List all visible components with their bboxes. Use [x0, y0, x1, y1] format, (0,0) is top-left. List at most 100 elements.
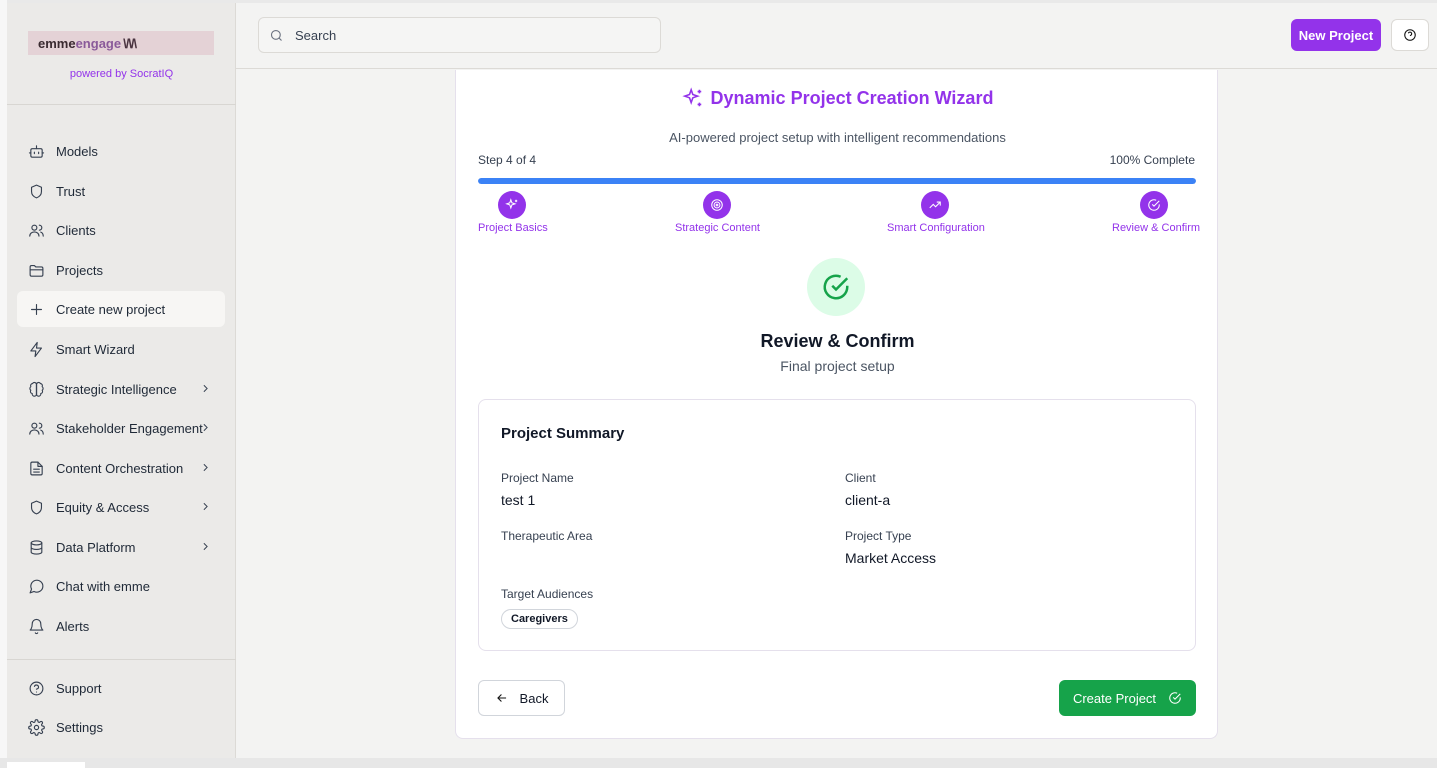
back-button[interactable]: Back [478, 680, 565, 716]
project-name-value: test 1 [501, 492, 536, 508]
chevron-right-icon [199, 461, 212, 477]
step-dot-project-basics[interactable] [498, 191, 526, 219]
target-audiences-label: Target Audiences [501, 587, 594, 601]
sidebar-item-settings[interactable]: Settings [17, 709, 225, 745]
zap-icon [27, 340, 45, 358]
project-type-label: Project Type [845, 529, 912, 543]
step-dot-review-confirm[interactable] [1140, 191, 1168, 219]
shield-icon [27, 182, 45, 200]
project-type-value: Market Access [845, 550, 937, 566]
sidebar-item-label: Models [56, 143, 98, 159]
client-value: client-a [845, 492, 891, 508]
message-circle-icon [27, 577, 45, 595]
sidebar-item-content-orchestration[interactable]: Content Orchestration [17, 450, 225, 486]
sidebar-item-equity-access[interactable]: Equity & Access [17, 489, 225, 525]
back-button-label: Back [519, 690, 549, 706]
powered-by-text: powered by SocratIQ [69, 68, 174, 80]
sparkles-icon [681, 87, 701, 107]
search-input[interactable] [295, 27, 625, 43]
wizard-card: Dynamic Project Creation Wizard AI-power… [455, 70, 1218, 739]
sidebar-item-smart-wizard[interactable]: Smart Wizard [17, 331, 225, 367]
sidebar-item-trust[interactable]: Trust [17, 173, 225, 209]
review-check-badge [807, 258, 865, 316]
sidebar-item-label: Support [56, 680, 102, 696]
sidebar-item-label: Clients [56, 222, 96, 238]
sidebar-item-create-new-project[interactable]: Create new project [17, 291, 225, 327]
percent-complete: 100% Complete [1109, 153, 1195, 167]
sidebar-item-projects[interactable]: Projects [17, 252, 225, 288]
check-circle-icon [1169, 692, 1181, 704]
progress-bar-fill [478, 178, 1196, 184]
search-icon [270, 29, 282, 41]
sidebar-item-label: Smart Wizard [56, 341, 135, 357]
step-label-strategic-content: Strategic Content [675, 222, 760, 234]
audience-chip: Caregivers [501, 609, 578, 629]
help-circle-icon [1404, 29, 1416, 41]
logo-mark: \/\/\ [123, 35, 137, 51]
search-box[interactable] [258, 17, 661, 53]
sidebar-item-data-platform[interactable]: Data Platform [17, 529, 225, 565]
sidebar-item-label: Alerts [56, 618, 90, 634]
section-title: Review & Confirm [760, 331, 915, 351]
sidebar-item-clients[interactable]: Clients [17, 212, 225, 248]
step-dot-smart-configuration[interactable] [921, 191, 949, 219]
shield-icon [27, 498, 45, 516]
folder-icon [27, 261, 45, 279]
create-project-label: Create Project [1072, 690, 1157, 706]
target-icon [711, 199, 723, 211]
sidebar-item-label: Data Platform [56, 539, 136, 555]
users-icon [27, 419, 45, 437]
database-icon [27, 538, 45, 556]
sidebar-item-label: Projects [56, 262, 103, 278]
summary-title: Project Summary [501, 425, 625, 442]
bot-icon [27, 142, 45, 160]
new-project-button[interactable]: New Project [1291, 19, 1381, 51]
sidebar-item-alerts[interactable]: Alerts [17, 608, 225, 644]
sidebar-divider [7, 659, 236, 660]
sidebar-item-stakeholder-engagement[interactable]: Stakeholder Engagement [17, 410, 225, 446]
sidebar: emme engage \/\/\ powered by SocratIQ Mo… [7, 3, 236, 758]
wizard-title: Dynamic Project Creation Wizard [456, 87, 1219, 109]
file-text-icon [27, 459, 45, 477]
sidebar-item-label: Content Orchestration [56, 460, 184, 476]
bell-icon [27, 617, 45, 635]
sidebar-divider [7, 104, 236, 105]
top-bar: New Project [236, 3, 1437, 69]
arrow-left-icon [496, 694, 506, 702]
brand-logo[interactable]: emme engage \/\/\ [28, 31, 214, 55]
sidebar-item-models[interactable]: Models [17, 133, 225, 169]
sidebar-item-label: Settings [56, 719, 103, 735]
sparkles-icon [505, 198, 518, 210]
create-project-button[interactable]: Create Project [1059, 680, 1196, 716]
logo-text-engage: engage [75, 35, 122, 51]
step-label-review-confirm: Review & Confirm [1112, 222, 1201, 234]
check-circle-icon [823, 274, 849, 300]
trending-up-icon [929, 201, 941, 209]
help-button[interactable] [1391, 19, 1429, 51]
sidebar-item-chat-with-emme[interactable]: Chat with emme [17, 568, 225, 604]
logo-text-emme: emme [38, 35, 76, 51]
sidebar-item-label: Create new project [56, 301, 166, 317]
help-circle-icon [27, 679, 45, 697]
bottom-scroll-strip [0, 758, 1437, 768]
wizard-title-text: Dynamic Project Creation Wizard [710, 87, 994, 108]
wizard-subtitle: AI-powered project setup with intelligen… [669, 130, 1006, 145]
sidebar-item-strategic-intelligence[interactable]: Strategic Intelligence [17, 371, 225, 407]
therapeutic-area-label: Therapeutic Area [501, 529, 593, 543]
sidebar-item-label: Stakeholder Engagement [56, 420, 203, 436]
progress-bar [478, 178, 1196, 184]
section-subtitle: Final project setup [780, 358, 895, 374]
users-icon [27, 221, 45, 239]
bottom-tab [7, 762, 85, 768]
sidebar-item-label: Trust [56, 183, 86, 199]
step-label-project-basics: Project Basics [478, 222, 548, 234]
chevron-right-icon [199, 421, 212, 437]
chevron-right-icon [199, 500, 212, 516]
step-counter: Step 4 of 4 [478, 153, 537, 167]
client-label: Client [845, 471, 876, 485]
sidebar-item-support[interactable]: Support [17, 670, 225, 706]
sidebar-item-label: Equity & Access [56, 499, 150, 515]
step-dot-strategic-content[interactable] [703, 191, 731, 219]
plus-icon [27, 300, 45, 318]
gear-icon [27, 718, 45, 736]
